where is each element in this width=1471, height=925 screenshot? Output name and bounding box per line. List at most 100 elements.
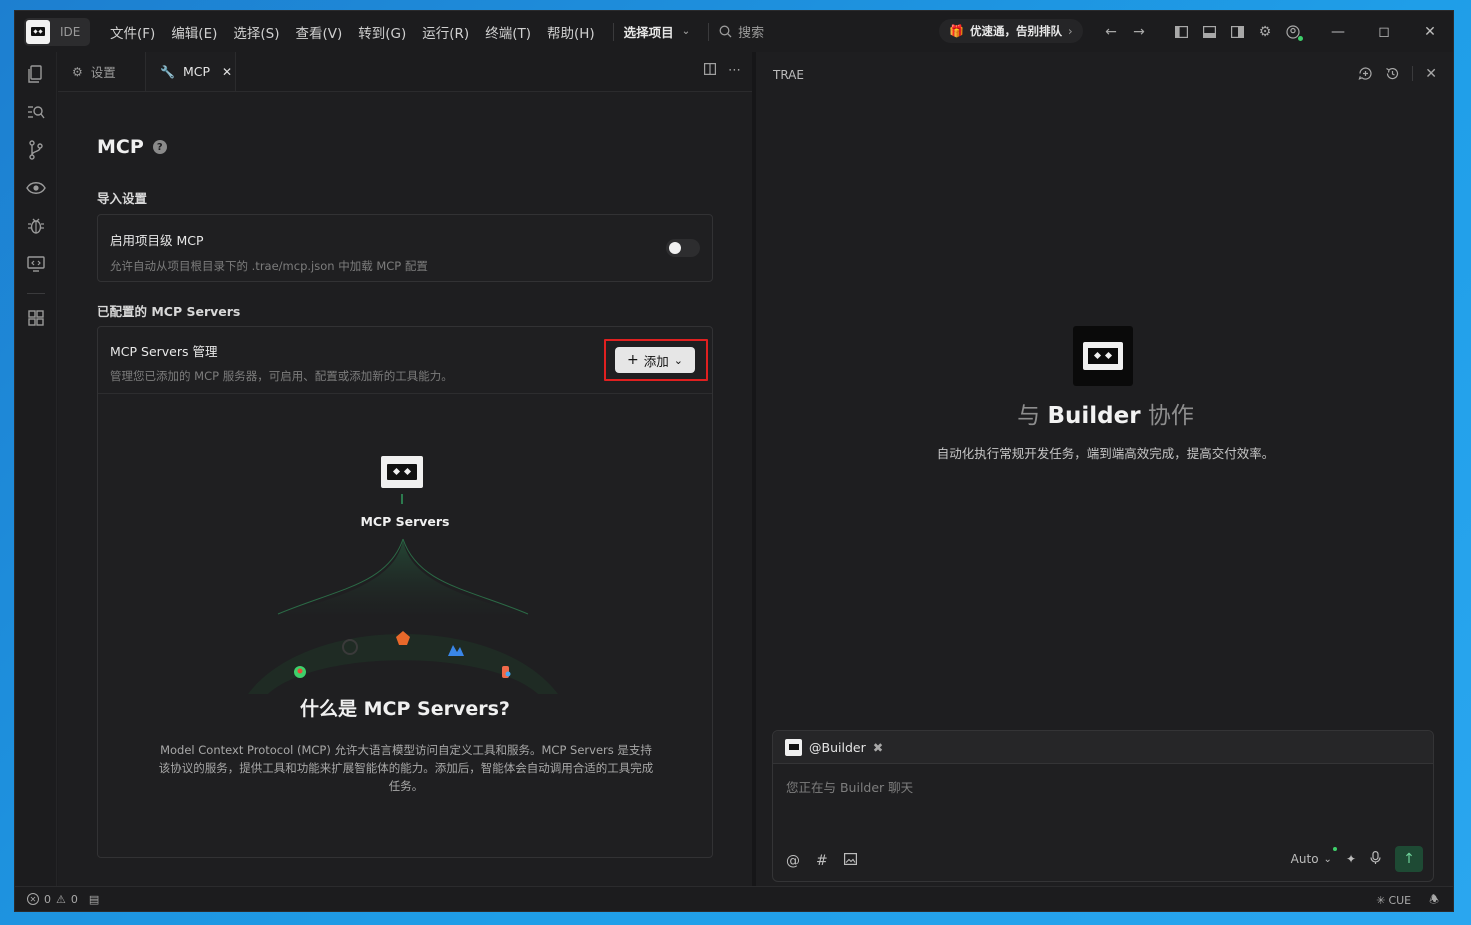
project-mcp-toggle[interactable] xyxy=(666,239,700,257)
split-editor-icon[interactable] xyxy=(704,63,717,79)
menu-file[interactable]: 文件(F) xyxy=(102,22,163,42)
explorer-icon[interactable] xyxy=(25,63,47,85)
help-icon[interactable]: ? xyxy=(152,140,167,154)
add-server-button[interactable]: + 添加 ⌄ xyxy=(615,347,695,373)
image-icon[interactable] xyxy=(843,853,857,869)
error-count: 0 xyxy=(44,892,51,906)
mention-at-icon[interactable]: @ xyxy=(786,853,800,869)
add-button-label: 添加 xyxy=(643,353,669,369)
plus-icon: + xyxy=(627,352,639,368)
menu-view[interactable]: 查看(V) xyxy=(288,22,351,42)
more-actions-icon[interactable]: ⋯ xyxy=(728,63,742,79)
what-is-mcp-desc: Model Context Protocol (MCP) 允许大语言模型访问自定… xyxy=(158,743,654,793)
extensions-grid-icon[interactable] xyxy=(25,307,47,329)
eye-icon[interactable] xyxy=(25,177,47,199)
what-is-mcp-title: 什么是 MCP Servers? xyxy=(300,698,510,720)
microphone-icon[interactable] xyxy=(1370,851,1381,867)
configured-servers-heading: 已配置的 MCP Servers xyxy=(97,304,241,319)
mcp-ecosystem-arc-graphic xyxy=(248,538,558,694)
builder-subtitle: 自动化执行常规开发任务，端到端高效完成，提高交付效率。 xyxy=(936,446,1275,461)
toggle-secondary-sidebar-icon[interactable] xyxy=(1223,18,1251,46)
servers-card-header: MCP Servers 管理 管理您已添加的 MCP 服务器，可启用、配置或添加… xyxy=(98,327,712,394)
debug-bug-icon[interactable] xyxy=(25,215,47,237)
model-status-dot xyxy=(1332,847,1337,851)
builder-title-name: Builder xyxy=(1047,403,1141,429)
problems-indicator[interactable]: ✕ 0 ⚠ 0 ▤ xyxy=(27,893,99,906)
promo-text: 优速通，告别排队 xyxy=(969,24,1062,38)
sparkle-icon[interactable]: ✦ xyxy=(1346,852,1356,866)
gear-icon: ⚙ xyxy=(72,64,83,79)
chat-input[interactable]: 您正在与 Builder 聊天 xyxy=(786,777,913,796)
project-mcp-desc: 允许自动从项目根目录下的 .trae/mcp.json 中加载 MCP 配置 xyxy=(110,259,428,273)
menu-bar: 文件(F) 编辑(E) 选择(S) 查看(V) 转到(G) 运行(R) 终端(T… xyxy=(102,22,603,42)
connector-line xyxy=(401,494,403,504)
project-select-label: 选择项目 xyxy=(623,25,674,40)
editor-area: ⚙ 设置 🔧 MCP ✕ ⋯ MCP ? 导入设置 启用项目级 MCP 允许自动… xyxy=(58,52,752,888)
cue-status[interactable]: ✳ CUE xyxy=(1376,894,1411,907)
promo-badge[interactable]: 🎁 优速通，告别排队 › xyxy=(939,19,1083,43)
new-chat-icon[interactable] xyxy=(1358,66,1373,85)
minimize-button[interactable]: — xyxy=(1315,11,1361,52)
model-select[interactable]: Auto ⌄ xyxy=(1291,847,1337,866)
cue-icon: ✳ xyxy=(1376,894,1386,907)
search-box[interactable]: 搜索 xyxy=(719,22,764,41)
chat-agent-header: @Builder ✖ xyxy=(773,731,1433,764)
builder-logo-icon xyxy=(1073,326,1133,386)
page-title-text: MCP xyxy=(97,136,144,158)
panel-actions: ✕ xyxy=(1358,66,1437,85)
app-logo[interactable]: IDE xyxy=(24,17,90,46)
search-placeholder: 搜索 xyxy=(738,26,765,41)
close-tab-icon[interactable]: ✕ xyxy=(222,65,232,79)
trae-logo-icon xyxy=(26,19,50,44)
back-arrow-icon[interactable]: ← xyxy=(1097,18,1125,46)
tools-icon[interactable]: ✖ xyxy=(873,740,883,755)
add-button-highlight: + 添加 ⌄ xyxy=(604,339,708,381)
maximize-button[interactable]: ◻ xyxy=(1361,11,1407,52)
project-mcp-card: 启用项目级 MCP 允许自动从项目根目录下的 .trae/mcp.json 中加… xyxy=(97,214,713,282)
mcp-servers-card: MCP Servers 管理 管理您已添加的 MCP 服务器，可启用、配置或添加… xyxy=(97,326,713,858)
panel-divider xyxy=(1412,66,1414,81)
menu-edit[interactable]: 编辑(E) xyxy=(163,22,225,42)
search-code-icon[interactable] xyxy=(25,101,47,123)
project-mcp-title: 启用项目级 MCP xyxy=(110,233,204,248)
builder-title-prefix: 与 xyxy=(1017,403,1041,429)
toggle-primary-sidebar-icon[interactable] xyxy=(1167,18,1195,46)
title-bar: IDE 文件(F) 编辑(E) 选择(S) 查看(V) 转到(G) 运行(R) … xyxy=(15,11,1453,52)
remote-icon: ▤ xyxy=(88,892,100,906)
source-control-icon[interactable] xyxy=(25,139,47,161)
panel-title: TRAE xyxy=(773,68,804,82)
ide-window: IDE 文件(F) 编辑(E) 选择(S) 查看(V) 转到(G) 运行(R) … xyxy=(14,10,1454,912)
menu-selection[interactable]: 选择(S) xyxy=(225,22,287,42)
history-icon[interactable] xyxy=(1385,66,1400,85)
menu-go[interactable]: 转到(G) xyxy=(350,22,414,42)
project-select[interactable]: 选择项目 ⌄ xyxy=(624,22,690,41)
close-panel-icon[interactable]: ✕ xyxy=(1425,66,1437,85)
forward-arrow-icon[interactable]: → xyxy=(1125,18,1153,46)
notification-bell-icon[interactable]: 🕭 xyxy=(1429,891,1439,910)
account-icon[interactable] xyxy=(1279,18,1307,46)
remote-explorer-icon[interactable] xyxy=(25,253,47,275)
chevron-right-icon: › xyxy=(1067,24,1073,38)
chat-toolbar: @ # xyxy=(786,853,857,869)
menu-help[interactable]: 帮助(H) xyxy=(539,22,603,42)
agent-mention[interactable]: @Builder xyxy=(809,740,866,755)
builder-title-suffix: 协作 xyxy=(1147,403,1194,429)
hashtag-icon[interactable]: # xyxy=(816,853,828,869)
titlebar-actions: ← → ⚙ — ◻ ✕ xyxy=(1097,11,1453,52)
activity-divider xyxy=(27,293,45,294)
toggle-panel-icon[interactable] xyxy=(1195,18,1223,46)
menu-run[interactable]: 运行(R) xyxy=(414,22,477,42)
chevron-down-icon: ⌄ xyxy=(673,353,683,367)
warning-count: 0 xyxy=(70,892,78,906)
chevron-down-icon: ⌄ xyxy=(681,26,691,37)
menu-terminal[interactable]: 终端(T) xyxy=(477,22,539,42)
tab-settings[interactable]: ⚙ 设置 xyxy=(58,52,146,91)
cue-label: CUE xyxy=(1388,894,1412,907)
send-button[interactable]: ↑ xyxy=(1395,846,1423,872)
close-window-button[interactable]: ✕ xyxy=(1407,11,1453,52)
status-right: ✳ CUE 🕭 xyxy=(1376,891,1439,910)
tab-label: MCP xyxy=(182,64,211,79)
settings-gear-icon[interactable]: ⚙ xyxy=(1251,18,1279,46)
tab-mcp[interactable]: 🔧 MCP ✕ xyxy=(146,52,236,91)
illustration-caption: MCP Servers xyxy=(360,514,450,529)
